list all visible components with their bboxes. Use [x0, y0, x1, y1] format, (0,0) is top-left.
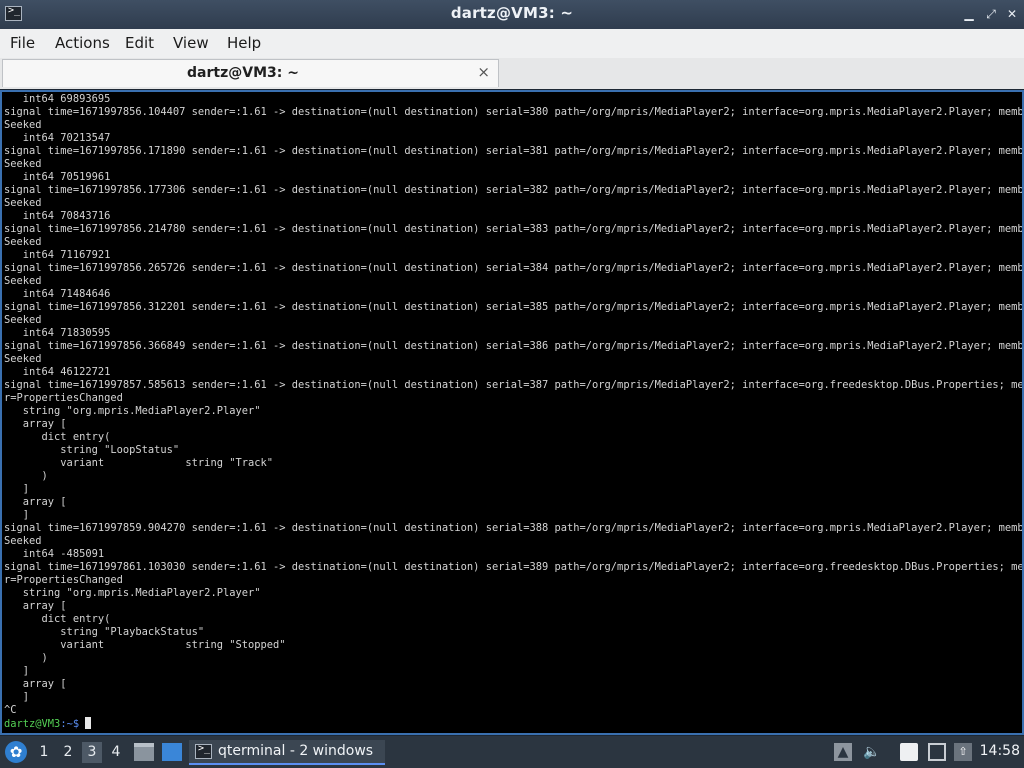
terminal-line: int64 70519961 [4, 171, 111, 183]
terminal-output: int64 69893695 signal time=1671997856.104… [4, 93, 1024, 730]
upload-icon[interactable]: ▲ [834, 743, 852, 761]
terminal-line: Seeked [4, 158, 42, 170]
terminal-line: r=PropertiesChanged [4, 574, 123, 586]
terminal-line: ] [4, 509, 30, 521]
terminal-line: string "LoopStatus" [4, 444, 180, 456]
terminal-line: ] [4, 665, 30, 677]
terminal-prompt-line[interactable]: dartz@VM3:~$ [4, 717, 1022, 730]
taskbar: ✿ 1 2 3 4 >_ qterminal - 2 windows ▲ 🔈 ⇧… [0, 736, 1024, 768]
tab-bar: dartz@VM3: ~ × [0, 58, 1024, 89]
terminal-line: string "PlaybackStatus" [4, 626, 205, 638]
terminal-line: Seeked [4, 236, 42, 248]
terminal-line: signal time=1671997856.265726 sender=:1.… [4, 262, 1024, 274]
task-qterminal-button[interactable]: >_ qterminal - 2 windows [189, 740, 385, 765]
terminal-line: ) [4, 652, 48, 664]
terminal-line: array [ [4, 678, 67, 690]
terminal-line: signal time=1671997856.366849 sender=:1.… [4, 340, 1024, 352]
desktop-1-button[interactable]: 1 [34, 742, 54, 763]
terminal-line: Seeked [4, 314, 42, 326]
terminal-line: ] [4, 483, 30, 495]
desktop-3-button[interactable]: 3 [82, 742, 102, 763]
file-manager-icon[interactable] [134, 743, 154, 761]
tab-close-icon[interactable]: × [477, 63, 490, 81]
terminal-icon: >_ [195, 743, 212, 759]
window-title: dartz@VM3: ~ [450, 4, 574, 22]
desktop-2-button[interactable]: 2 [58, 742, 78, 763]
terminal-line: Seeked [4, 275, 42, 287]
terminal-line: signal time=1671997856.177306 sender=:1.… [4, 184, 1024, 196]
show-desktop-icon[interactable] [162, 743, 182, 761]
terminal-line: int64 71830595 [4, 327, 111, 339]
prompt-path: :~$ [60, 718, 86, 730]
terminal-line: array [ [4, 496, 67, 508]
desktop-4-button[interactable]: 4 [106, 742, 126, 763]
task-label: qterminal - 2 windows [218, 743, 374, 759]
terminal-line: signal time=1671997859.904270 sender=:1.… [4, 522, 1024, 534]
terminal-line: string "org.mpris.MediaPlayer2.Player" [4, 587, 261, 599]
menu-actions[interactable]: Actions [55, 34, 110, 52]
terminal-line: signal time=1671997856.214780 sender=:1.… [4, 223, 1024, 235]
network-icon[interactable] [928, 743, 946, 761]
clipboard-icon[interactable] [900, 743, 918, 761]
terminal-line: string "org.mpris.MediaPlayer2.Player" [4, 405, 261, 417]
terminal-line: ] [4, 691, 30, 703]
tab-label: dartz@VM3: ~ [187, 65, 299, 81]
volume-icon[interactable]: 🔈 [863, 743, 881, 761]
terminal-line: r=PropertiesChanged [4, 392, 123, 404]
terminal-line: int64 69893695 [4, 93, 111, 105]
menubar: File Actions Edit View Help [0, 29, 1024, 59]
minimize-icon[interactable]: ▁ [962, 7, 976, 21]
terminal-line: int64 -485091 [4, 548, 105, 560]
terminal-line: Seeked [4, 119, 42, 131]
terminal-line: int64 46122721 [4, 366, 111, 378]
menu-help[interactable]: Help [227, 34, 261, 52]
terminal-line: Seeked [4, 197, 42, 209]
updates-icon[interactable]: ⇧ [954, 743, 972, 761]
terminal-line: signal time=1671997857.585613 sender=:1.… [4, 379, 1024, 391]
clock: 14:58 [979, 743, 1020, 759]
lxqt-start-icon[interactable]: ✿ [5, 741, 27, 763]
close-icon[interactable]: ✕ [1005, 7, 1019, 21]
terminal-line: dict entry( [4, 613, 111, 625]
terminal-view[interactable]: int64 69893695 signal time=1671997856.104… [0, 90, 1024, 735]
terminal-line: variant string "Stopped" [4, 639, 286, 651]
terminal-line: ) [4, 470, 48, 482]
terminal-line: int64 70213547 [4, 132, 111, 144]
terminal-line: variant string "Track" [4, 457, 273, 469]
menu-edit[interactable]: Edit [125, 34, 154, 52]
prompt-user-host: dartz@VM3 [4, 718, 61, 730]
menu-view[interactable]: View [173, 34, 209, 52]
terminal-line: array [ [4, 600, 67, 612]
terminal-line: int64 71167921 [4, 249, 111, 261]
window-titlebar[interactable]: >_ dartz@VM3: ~ ▁ ⤢ ✕ [0, 0, 1024, 29]
terminal-line: signal time=1671997856.312201 sender=:1.… [4, 301, 1024, 313]
terminal-line: signal time=1671997856.171890 sender=:1.… [4, 145, 1024, 157]
menu-file[interactable]: File [10, 34, 35, 52]
terminal-line: dict entry( [4, 431, 111, 443]
tab-terminal[interactable]: dartz@VM3: ~ × [2, 59, 499, 87]
terminal-line: signal time=1671997861.103030 sender=:1.… [4, 561, 1024, 573]
text-cursor [85, 717, 92, 729]
terminal-line: signal time=1671997856.104407 sender=:1.… [4, 106, 1024, 118]
terminal-line: int64 71484646 [4, 288, 111, 300]
terminal-line: array [ [4, 418, 67, 430]
maximize-icon[interactable]: ⤢ [984, 7, 998, 21]
terminal-line: Seeked [4, 535, 42, 547]
terminal-line: int64 70843716 [4, 210, 111, 222]
terminal-line: Seeked [4, 353, 42, 365]
terminal-line: ^C [4, 704, 17, 716]
